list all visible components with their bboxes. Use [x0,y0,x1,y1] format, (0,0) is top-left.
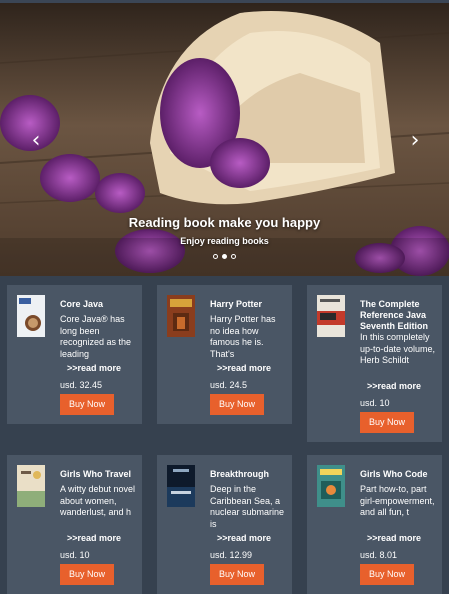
product-title: Girls Who Code [360,469,428,479]
product-title: Girls Who Travel [60,469,132,479]
buy-now-button[interactable]: Buy Now [60,394,114,415]
read-more-link[interactable]: >>read more [217,533,271,543]
product-price: usd. 8.01 [360,550,398,560]
carousel-indicators [213,254,237,260]
complete-reference-java-cover-icon [317,295,345,337]
harry-potter-cover-icon [167,295,195,337]
carousel-dot-3[interactable] [231,254,236,259]
carousel-next-icon[interactable]: › [405,130,425,152]
read-more-link[interactable]: >>read more [367,533,421,543]
product-price: usd. 10 [60,550,90,560]
buy-now-button[interactable]: Buy Now [210,564,264,585]
product-price: usd. 32.45 [60,380,103,390]
product-description: In this completely up-to-date volume, He… [360,332,436,365]
java-book-cover-icon [17,295,45,337]
product-description: Harry Potter has no idea how famous he i… [210,314,276,359]
product-description: A witty debut novel about women, wanderl… [60,484,136,517]
buy-now-button[interactable]: Buy Now [360,564,414,585]
product-card: Girls Who Code Part how-to, part girl-em… [307,455,442,594]
read-more-link[interactable]: >>read more [67,533,121,543]
carousel-prev-icon[interactable]: ‹ [26,130,46,152]
product-title: Harry Potter [210,299,263,309]
product-description: Core Java® has long been recognized as t… [60,314,132,359]
product-card: The Complete Reference Java Seventh Edit… [307,285,442,442]
product-card: Core Java Core Java® has long been recog… [7,285,142,424]
read-more-link[interactable]: >>read more [217,363,271,373]
carousel-subtitle: Enjoy reading books [180,236,269,246]
buy-now-button[interactable]: Buy Now [210,394,264,415]
carousel-title: Reading book make you happy [128,215,321,230]
buy-now-button[interactable]: Buy Now [60,564,114,585]
read-more-link[interactable]: >>read more [67,363,121,373]
product-title: Core Java [60,299,104,309]
read-more-link[interactable]: >>read more [367,381,421,391]
product-title: The Complete Reference Java Seventh Edit… [360,299,429,331]
product-price: usd. 24.5 [210,380,248,390]
product-card: Girls Who Travel A witty debut novel abo… [7,455,142,594]
product-description: Part how-to, part girl-empowerment, and … [360,484,435,517]
girls-who-code-cover-icon [317,465,345,507]
product-description: Deep in the Caribbean Sea, a nuclear sub… [210,484,285,529]
girls-who-travel-cover-icon [17,465,45,507]
product-card: Harry Potter Harry Potter has no idea ho… [157,285,292,424]
hero-carousel: ‹ › Reading book make you happy Enjoy re… [0,3,449,276]
product-price: usd. 10 [360,398,390,408]
buy-now-button[interactable]: Buy Now [360,412,414,433]
product-card: Breakthrough Deep in the Caribbean Sea, … [157,455,292,594]
product-title: Breakthrough [210,469,270,479]
carousel-dot-2[interactable] [222,254,227,259]
breakthrough-cover-icon [167,465,195,507]
product-price: usd. 12.99 [210,550,253,560]
carousel-dot-1[interactable] [213,254,218,259]
